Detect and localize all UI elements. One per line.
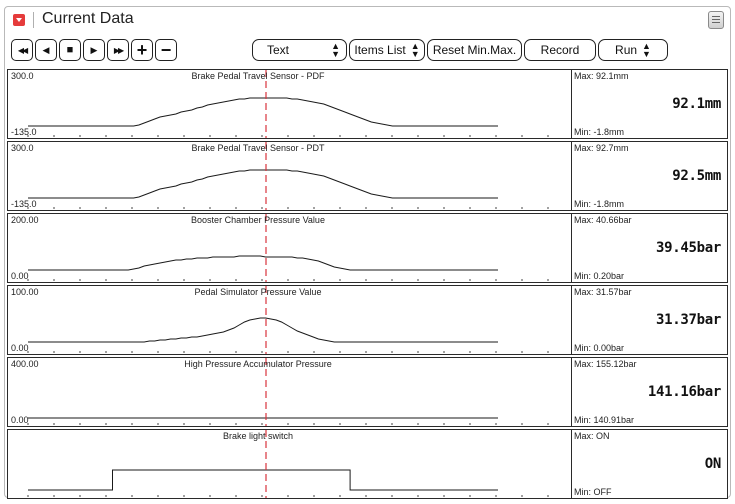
sensor-name: Brake Pedal Travel Sensor - PDF — [191, 71, 325, 81]
items-list-button[interactable]: Items List ▲ ▼ — [349, 39, 425, 61]
toolbar: ◀◀ ◀ ■ ▶ ▶▶ + − Text ▲ ▼ Items List ▲ ▼ Re… — [11, 39, 726, 63]
plus-icon: + — [136, 39, 148, 60]
fast-forward-icon: ▶▶ — [113, 45, 124, 55]
sensor-name: Pedal Simulator Pressure Value — [194, 287, 322, 297]
panel-menu-icon[interactable] — [708, 11, 724, 29]
spinner-icon: ▲ ▼ — [331, 41, 340, 59]
sensor-max: Max: 92.7mm — [574, 143, 629, 153]
sensor-graph[interactable]: 200.00 0.00 Booster Chamber Pressure Val… — [8, 214, 572, 282]
graph-y-min: 0.00 — [11, 343, 29, 353]
stop-icon: ■ — [66, 44, 74, 56]
stop-button[interactable]: ■ — [59, 39, 81, 61]
fast-forward-button[interactable]: ▶▶ — [107, 39, 129, 61]
sensor-max: Max: 92.1mm — [574, 71, 629, 81]
sensor-trace-line — [28, 255, 498, 271]
rewind-icon: ◀◀ — [17, 45, 28, 55]
sensor-min: Min: -1.8mm — [574, 127, 625, 137]
sensor-min: Min: 0.20bar — [574, 271, 625, 281]
title-bar: Current Data — [5, 7, 730, 33]
sensor-trace-line — [28, 317, 498, 343]
reset-label: Reset Min.Max. — [432, 43, 517, 57]
sensor-row[interactable]: 200.00 0.00 Booster Chamber Pressure Val… — [7, 213, 728, 283]
sensor-graph[interactable]: 100.00 0.00 Pedal Simulator Pressure Val… — [8, 286, 572, 354]
graph-y-min: 0.00 — [11, 271, 29, 281]
sensor-current-value: 92.5mm — [672, 168, 721, 184]
record-label: Record — [540, 43, 580, 57]
run-label: Run — [615, 43, 638, 57]
sensor-min: Min: -1.8mm — [574, 199, 625, 209]
graph-y-min: -135.0 — [11, 199, 37, 209]
sensor-graph[interactable]: 300.0 -135.0 Brake Pedal Travel Sensor -… — [8, 70, 572, 138]
spinner-icon: ▲ ▼ — [410, 41, 420, 59]
view-mode-value: Text — [267, 43, 290, 57]
sensor-max: Max: 40.66bar — [574, 215, 632, 225]
spinner-icon: ▲ ▼ — [642, 41, 651, 59]
sensor-row[interactable]: 300.0 -135.0 Brake Pedal Travel Sensor -… — [7, 141, 728, 211]
sensor-graph[interactable]: 400.00 0.00 High Pressure Accumulator Pr… — [8, 358, 572, 426]
previous-icon: ◀ — [42, 44, 50, 55]
sensor-current-value: 141.16bar — [647, 384, 721, 400]
sensor-min: Min: 140.91bar — [574, 415, 635, 425]
sensor-values: Max: 92.7mm 92.5mm Min: -1.8mm — [572, 142, 727, 210]
sensor-row[interactable]: Brake light switch Max: ON ON Min: OFF — [7, 429, 728, 499]
sensor-row[interactable]: 400.00 0.00 High Pressure Accumulator Pr… — [7, 357, 728, 427]
sensor-graph[interactable]: Brake light switch — [8, 430, 572, 498]
play-button[interactable]: ▶ — [83, 39, 105, 61]
sensor-values: Max: 155.12bar 141.16bar Min: 140.91bar — [572, 358, 727, 426]
zoom-in-button[interactable]: + — [131, 39, 153, 61]
sensor-values: Max: 31.57bar 31.37bar Min: 0.00bar — [572, 286, 727, 354]
sensor-current-value: 92.1mm — [672, 96, 721, 112]
sensor-name: Brake Pedal Travel Sensor - PDT — [191, 143, 325, 153]
view-mode-select[interactable]: Text ▲ ▼ — [252, 39, 347, 61]
sensor-values: Max: ON ON Min: OFF — [572, 430, 727, 498]
sensor-max: Max: 31.57bar — [574, 287, 632, 297]
title-divider — [33, 12, 34, 28]
zoom-out-button[interactable]: − — [155, 39, 177, 61]
record-button[interactable]: Record — [524, 39, 596, 61]
sensor-max: Max: 155.12bar — [574, 359, 637, 369]
sensor-min: Min: 0.00bar — [574, 343, 625, 353]
reset-min-max-button[interactable]: Reset Min.Max. — [427, 39, 522, 61]
sensor-max: Max: ON — [574, 431, 610, 441]
sensor-values: Max: 92.1mm 92.1mm Min: -1.8mm — [572, 70, 727, 138]
sensor-trace-line — [28, 169, 498, 199]
sensor-name: Booster Chamber Pressure Value — [191, 215, 325, 225]
play-icon: ▶ — [90, 44, 98, 55]
sensor-row[interactable]: 300.0 -135.0 Brake Pedal Travel Sensor -… — [7, 69, 728, 139]
panel-title: Current Data — [42, 10, 134, 27]
sensor-current-value: 31.37bar — [655, 312, 721, 328]
sensor-name: Brake light switch — [222, 431, 294, 441]
sensor-current-value: ON — [704, 456, 722, 472]
sensor-trace-line — [28, 97, 498, 127]
sensor-row[interactable]: 100.00 0.00 Pedal Simulator Pressure Val… — [7, 285, 728, 355]
current-data-panel: Current Data ◀◀ ◀ ■ ▶ ▶▶ + − Text ▲ ▼ Ite… — [4, 6, 731, 499]
graph-y-min: -135.0 — [11, 127, 37, 137]
previous-button[interactable]: ◀ — [35, 39, 57, 61]
sensor-name: High Pressure Accumulator Pressure — [184, 359, 332, 369]
sensor-graph[interactable]: 300.0 -135.0 Brake Pedal Travel Sensor -… — [8, 142, 572, 210]
rewind-button[interactable]: ◀◀ — [11, 39, 33, 61]
sensor-min: Min: OFF — [574, 487, 612, 497]
collapse-icon[interactable] — [13, 14, 25, 26]
items-list-label: Items List — [354, 43, 406, 57]
minus-icon: − — [160, 39, 172, 60]
sensor-current-value: 39.45bar — [655, 240, 721, 256]
graph-y-min: 0.00 — [11, 415, 29, 425]
run-select[interactable]: Run ▲ ▼ — [598, 39, 668, 61]
sensor-values: Max: 40.66bar 39.45bar Min: 0.20bar — [572, 214, 727, 282]
sensor-trace-line — [28, 469, 498, 491]
